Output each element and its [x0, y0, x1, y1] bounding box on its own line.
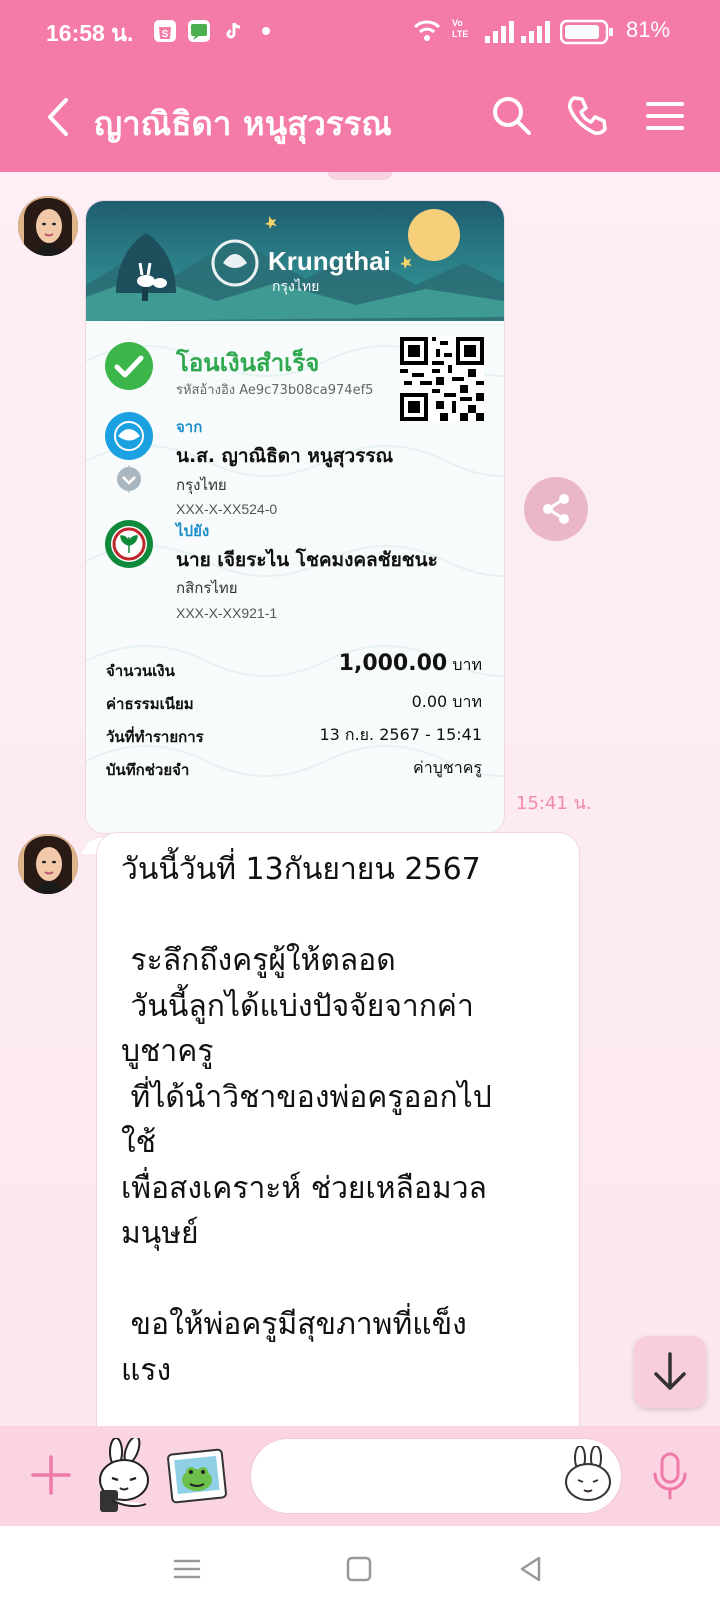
fee-value: 0.00 บาท: [411, 692, 482, 711]
image-icon[interactable]: [166, 1446, 228, 1506]
date-value: 13 ก.ย. 2567 - 15:41: [319, 725, 482, 744]
message-text: วันนี้วันที่ 13กันยายน 2567 ระลึกถึงครูผ…: [121, 852, 492, 1388]
wifi-icon: [412, 18, 442, 44]
slip-bank-name: Krungthai: [268, 246, 391, 276]
signal-icon: [520, 20, 550, 44]
search-icon[interactable]: [488, 92, 536, 140]
share-button[interactable]: [524, 477, 588, 541]
svg-text:S: S: [162, 29, 169, 40]
chat-header: ญาณิธิดา หนูสุวรรณ: [0, 64, 720, 172]
emoji-icon[interactable]: [562, 1445, 614, 1502]
menu-icon[interactable]: [642, 92, 690, 140]
amount-value-row: 1,000.00 บาท: [339, 651, 482, 678]
from-label: จาก: [176, 418, 203, 436]
slip-banner: Krungthai กรุงไทย: [86, 201, 504, 321]
from-name: น.ส. ญาณิธิดา หนูสุวรรณ: [176, 445, 394, 467]
krungthai-logo-icon: [104, 411, 154, 461]
signal-icon: [484, 20, 514, 44]
message-timestamp: 15:41 น.: [516, 793, 592, 814]
recent-apps-icon[interactable]: [170, 1552, 204, 1586]
sticker-icon[interactable]: [92, 1435, 156, 1514]
to-label: ไปยัง: [176, 522, 210, 540]
qr-code-icon: [400, 337, 484, 421]
notch: [328, 172, 392, 180]
phone-icon[interactable]: [562, 92, 610, 140]
transfer-slip-image[interactable]: Krungthai กรุงไทย โอนเงินสำเร็จ รหัสอ้าง…: [86, 201, 504, 833]
kasikorn-logo-icon: [104, 519, 154, 569]
avatar[interactable]: [18, 196, 78, 256]
chat-area[interactable]: Krungthai กรุงไทย โอนเงินสำเร็จ รหัสอ้าง…: [0, 172, 720, 1426]
memo-value: ค่าบูชาครู: [413, 758, 482, 777]
chevron-down-icon: [115, 459, 143, 499]
dot-icon: [262, 27, 270, 35]
shopee-icon: S: [154, 20, 176, 42]
success-check-icon: [104, 341, 154, 391]
chat-title: ญาณิธิดา หนูสุวรรณ: [94, 104, 392, 143]
transfer-status: โอนเงินสำเร็จ: [176, 349, 320, 377]
chat-icon: [188, 20, 210, 42]
arrow-down-icon: [654, 1352, 686, 1390]
battery-percent: 81%: [626, 17, 671, 42]
clock: 16:58 น.: [46, 20, 134, 46]
message-bubble[interactable]: วันนี้วันที่ 13กันยายน 2567 ระลึกถึงครูผ…: [96, 832, 580, 1426]
mic-icon[interactable]: [650, 1450, 690, 1502]
share-icon: [543, 494, 569, 524]
volte-icon: Vo LTE: [452, 18, 469, 39]
avatar[interactable]: [18, 834, 78, 894]
slip-bank-name-th: กรุงไทย: [272, 279, 320, 295]
tiktok-icon: [222, 20, 244, 42]
date-label: วันที่ทำรายการ: [106, 728, 204, 746]
reference-code: รหัสอ้างอิง Ae9c73b08ca974ef5: [176, 383, 374, 398]
back-icon[interactable]: [38, 92, 82, 142]
amount-unit: บาท: [452, 655, 482, 674]
input-bar: [0, 1426, 720, 1526]
from-bank: กรุงไทย: [176, 476, 227, 494]
back-nav-icon[interactable]: [514, 1552, 548, 1586]
to-name: นาย เจียระไน โชคมงคลชัยชนะ: [176, 549, 438, 571]
plus-icon[interactable]: [30, 1454, 72, 1496]
system-nav-bar: [0, 1526, 720, 1612]
battery-icon: [559, 19, 620, 45]
status-bar: 16:58 น. S Vo LTE 81%: [0, 0, 720, 64]
memo-label: บันทึกช่วยจำ: [106, 761, 190, 779]
fee-label: ค่าธรรมเนียม: [106, 695, 194, 713]
amount-label: จำนวนเงิน: [106, 662, 175, 680]
scroll-down-button[interactable]: [634, 1336, 706, 1408]
home-icon[interactable]: [342, 1552, 376, 1586]
amount-value: 1,000.00: [338, 651, 448, 676]
to-bank: กสิกรไทย: [176, 579, 238, 597]
from-account: XXX-X-XX524-0: [176, 501, 278, 517]
to-account: XXX-X-XX921-1: [176, 605, 278, 621]
